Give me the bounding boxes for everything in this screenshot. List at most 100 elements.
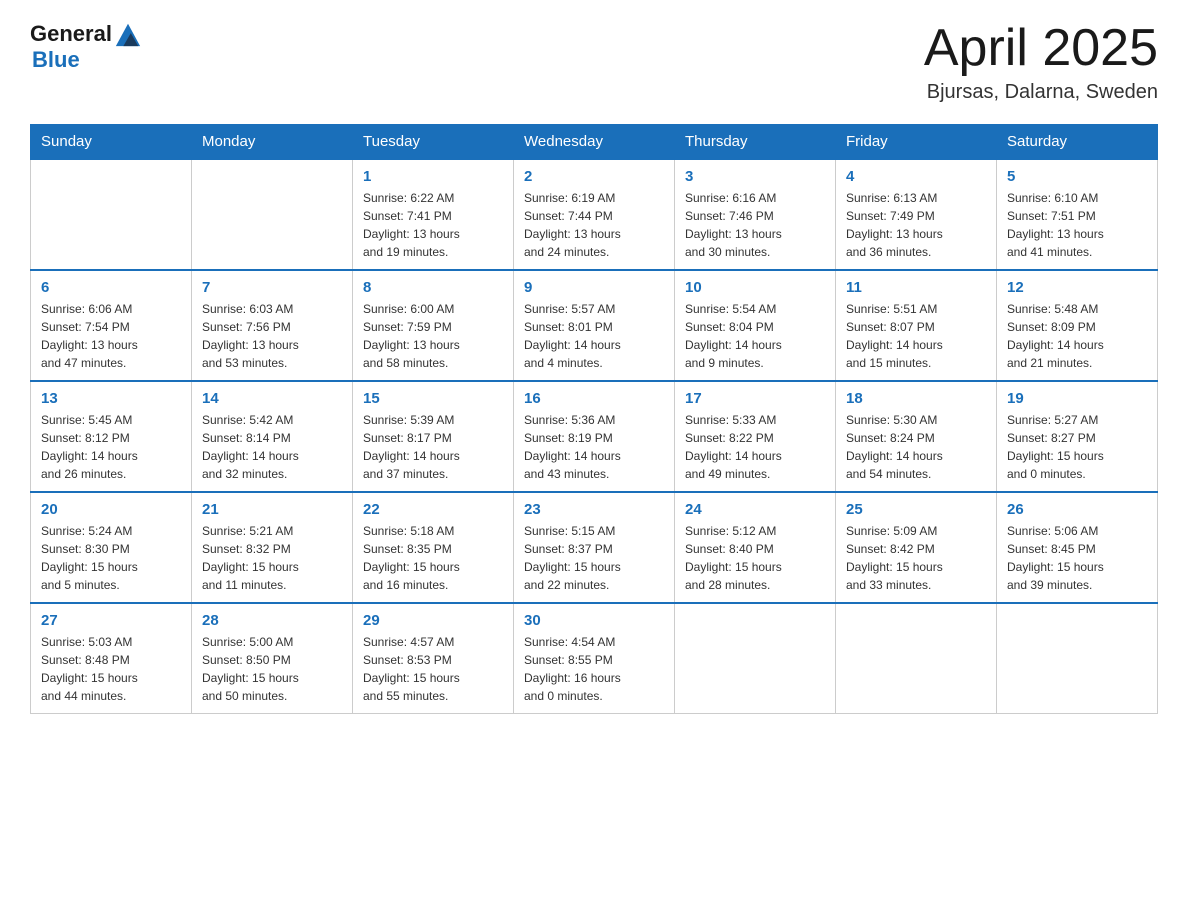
day-info: Sunrise: 6:16 AM Sunset: 7:46 PM Dayligh… <box>685 189 825 261</box>
calendar-cell: 8Sunrise: 6:00 AM Sunset: 7:59 PM Daylig… <box>353 270 514 381</box>
weekday-header-friday: Friday <box>836 125 997 160</box>
calendar-body: 1 Sunrise: 6:22 AM Sunset: 7:41 PM Daylig… <box>31 159 1158 714</box>
day-info: Sunrise: 5:24 AM Sunset: 8:30 PM Dayligh… <box>41 522 181 594</box>
day-number: 17 <box>685 390 825 407</box>
weekday-header-sunday: Sunday <box>31 125 192 160</box>
day-info: Sunrise: 6:00 AM Sunset: 7:59 PM Dayligh… <box>363 300 503 372</box>
day-info: Sunrise: 5:51 AM Sunset: 8:07 PM Dayligh… <box>846 300 986 372</box>
day-number: 20 <box>41 501 181 518</box>
day-info: Sunrise: 6:13 AM Sunset: 7:49 PM Dayligh… <box>846 189 986 261</box>
calendar-cell: 19Sunrise: 5:27 AM Sunset: 8:27 PM Dayli… <box>997 381 1158 492</box>
calendar-cell: 20 Sunrise: 5:24 AM Sunset: 8:30 PM Dayli… <box>31 492 192 603</box>
calendar-week-row: 20 Sunrise: 5:24 AM Sunset: 8:30 PM Dayli… <box>31 492 1158 603</box>
day-info: Sunrise: 5:18 AM Sunset: 8:35 PM Dayligh… <box>363 522 503 594</box>
calendar-cell: 21 Sunrise: 5:21 AM Sunset: 8:32 PM Dayli… <box>192 492 353 603</box>
day-info: Sunrise: 5:48 AM Sunset: 8:09 PM Dayligh… <box>1007 300 1147 372</box>
day-info: Sunrise: 5:12 AM Sunset: 8:40 PM Dayligh… <box>685 522 825 594</box>
logo: General Blue <box>30 20 142 72</box>
day-number: 6 <box>41 279 181 296</box>
calendar-week-row: 13Sunrise: 5:45 AM Sunset: 8:12 PM Dayli… <box>31 381 1158 492</box>
day-info: Sunrise: 5:09 AM Sunset: 8:42 PM Dayligh… <box>846 522 986 594</box>
calendar-cell: 18 Sunrise: 5:30 AM Sunset: 8:24 PM Dayli… <box>836 381 997 492</box>
calendar-cell: 12Sunrise: 5:48 AM Sunset: 8:09 PM Dayli… <box>997 270 1158 381</box>
calendar-week-row: 1 Sunrise: 6:22 AM Sunset: 7:41 PM Daylig… <box>31 159 1158 270</box>
weekday-header-row: SundayMondayTuesdayWednesdayThursdayFrid… <box>31 125 1158 160</box>
calendar-cell: 14 Sunrise: 5:42 AM Sunset: 8:14 PM Dayli… <box>192 381 353 492</box>
day-info: Sunrise: 5:45 AM Sunset: 8:12 PM Dayligh… <box>41 411 181 483</box>
title-area: April 2025 Bjursas, Dalarna, Sweden <box>924 20 1158 104</box>
day-info: Sunrise: 6:10 AM Sunset: 7:51 PM Dayligh… <box>1007 189 1147 261</box>
day-number: 7 <box>202 279 342 296</box>
day-number: 18 <box>846 390 986 407</box>
day-number: 24 <box>685 501 825 518</box>
calendar-cell: 1 Sunrise: 6:22 AM Sunset: 7:41 PM Daylig… <box>353 159 514 270</box>
day-info: Sunrise: 5:00 AM Sunset: 8:50 PM Dayligh… <box>202 633 342 705</box>
day-number: 14 <box>202 390 342 407</box>
day-number: 29 <box>363 612 503 629</box>
calendar-cell <box>675 603 836 714</box>
day-number: 10 <box>685 279 825 296</box>
logo-icon <box>114 20 142 48</box>
day-info: Sunrise: 5:21 AM Sunset: 8:32 PM Dayligh… <box>202 522 342 594</box>
day-number: 5 <box>1007 168 1147 185</box>
location-text: Bjursas, Dalarna, Sweden <box>924 81 1158 104</box>
page-header: General Blue April 2025 Bjursas, Dalarna… <box>30 20 1158 104</box>
calendar-table: SundayMondayTuesdayWednesdayThursdayFrid… <box>30 124 1158 714</box>
day-info: Sunrise: 5:30 AM Sunset: 8:24 PM Dayligh… <box>846 411 986 483</box>
calendar-cell: 5 Sunrise: 6:10 AM Sunset: 7:51 PM Daylig… <box>997 159 1158 270</box>
calendar-cell <box>31 159 192 270</box>
calendar-cell: 9 Sunrise: 5:57 AM Sunset: 8:01 PM Daylig… <box>514 270 675 381</box>
weekday-header-monday: Monday <box>192 125 353 160</box>
calendar-cell <box>997 603 1158 714</box>
day-number: 3 <box>685 168 825 185</box>
day-number: 15 <box>363 390 503 407</box>
day-info: Sunrise: 5:33 AM Sunset: 8:22 PM Dayligh… <box>685 411 825 483</box>
calendar-cell: 29Sunrise: 4:57 AM Sunset: 8:53 PM Dayli… <box>353 603 514 714</box>
calendar-cell: 25 Sunrise: 5:09 AM Sunset: 8:42 PM Dayli… <box>836 492 997 603</box>
day-info: Sunrise: 5:36 AM Sunset: 8:19 PM Dayligh… <box>524 411 664 483</box>
day-number: 4 <box>846 168 986 185</box>
day-info: Sunrise: 5:15 AM Sunset: 8:37 PM Dayligh… <box>524 522 664 594</box>
day-number: 16 <box>524 390 664 407</box>
day-info: Sunrise: 5:39 AM Sunset: 8:17 PM Dayligh… <box>363 411 503 483</box>
weekday-header-tuesday: Tuesday <box>353 125 514 160</box>
day-number: 1 <box>363 168 503 185</box>
day-number: 11 <box>846 279 986 296</box>
calendar-cell: 17 Sunrise: 5:33 AM Sunset: 8:22 PM Dayli… <box>675 381 836 492</box>
calendar-cell: 13Sunrise: 5:45 AM Sunset: 8:12 PM Dayli… <box>31 381 192 492</box>
day-number: 28 <box>202 612 342 629</box>
calendar-cell <box>836 603 997 714</box>
day-number: 27 <box>41 612 181 629</box>
calendar-cell: 2Sunrise: 6:19 AM Sunset: 7:44 PM Daylig… <box>514 159 675 270</box>
calendar-cell: 28 Sunrise: 5:00 AM Sunset: 8:50 PM Dayli… <box>192 603 353 714</box>
calendar-cell: 26Sunrise: 5:06 AM Sunset: 8:45 PM Dayli… <box>997 492 1158 603</box>
day-number: 2 <box>524 168 664 185</box>
day-number: 30 <box>524 612 664 629</box>
day-info: Sunrise: 5:57 AM Sunset: 8:01 PM Dayligh… <box>524 300 664 372</box>
weekday-header-wednesday: Wednesday <box>514 125 675 160</box>
day-number: 25 <box>846 501 986 518</box>
calendar-cell: 22 Sunrise: 5:18 AM Sunset: 8:35 PM Dayli… <box>353 492 514 603</box>
day-number: 9 <box>524 279 664 296</box>
calendar-cell: 27Sunrise: 5:03 AM Sunset: 8:48 PM Dayli… <box>31 603 192 714</box>
day-info: Sunrise: 6:22 AM Sunset: 7:41 PM Dayligh… <box>363 189 503 261</box>
day-info: Sunrise: 4:54 AM Sunset: 8:55 PM Dayligh… <box>524 633 664 705</box>
day-info: Sunrise: 5:42 AM Sunset: 8:14 PM Dayligh… <box>202 411 342 483</box>
calendar-week-row: 27Sunrise: 5:03 AM Sunset: 8:48 PM Dayli… <box>31 603 1158 714</box>
calendar-cell: 6 Sunrise: 6:06 AM Sunset: 7:54 PM Daylig… <box>31 270 192 381</box>
day-number: 26 <box>1007 501 1147 518</box>
day-info: Sunrise: 6:06 AM Sunset: 7:54 PM Dayligh… <box>41 300 181 372</box>
calendar-cell <box>192 159 353 270</box>
day-number: 22 <box>363 501 503 518</box>
month-title: April 2025 <box>924 20 1158 77</box>
calendar-cell: 24 Sunrise: 5:12 AM Sunset: 8:40 PM Dayli… <box>675 492 836 603</box>
day-number: 21 <box>202 501 342 518</box>
calendar-cell: 11 Sunrise: 5:51 AM Sunset: 8:07 PM Dayli… <box>836 270 997 381</box>
calendar-cell: 10Sunrise: 5:54 AM Sunset: 8:04 PM Dayli… <box>675 270 836 381</box>
day-info: Sunrise: 6:03 AM Sunset: 7:56 PM Dayligh… <box>202 300 342 372</box>
day-number: 19 <box>1007 390 1147 407</box>
calendar-cell: 30 Sunrise: 4:54 AM Sunset: 8:55 PM Dayli… <box>514 603 675 714</box>
calendar-cell: 16 Sunrise: 5:36 AM Sunset: 8:19 PM Dayli… <box>514 381 675 492</box>
calendar-cell: 23Sunrise: 5:15 AM Sunset: 8:37 PM Dayli… <box>514 492 675 603</box>
logo-blue-text: Blue <box>32 47 80 72</box>
